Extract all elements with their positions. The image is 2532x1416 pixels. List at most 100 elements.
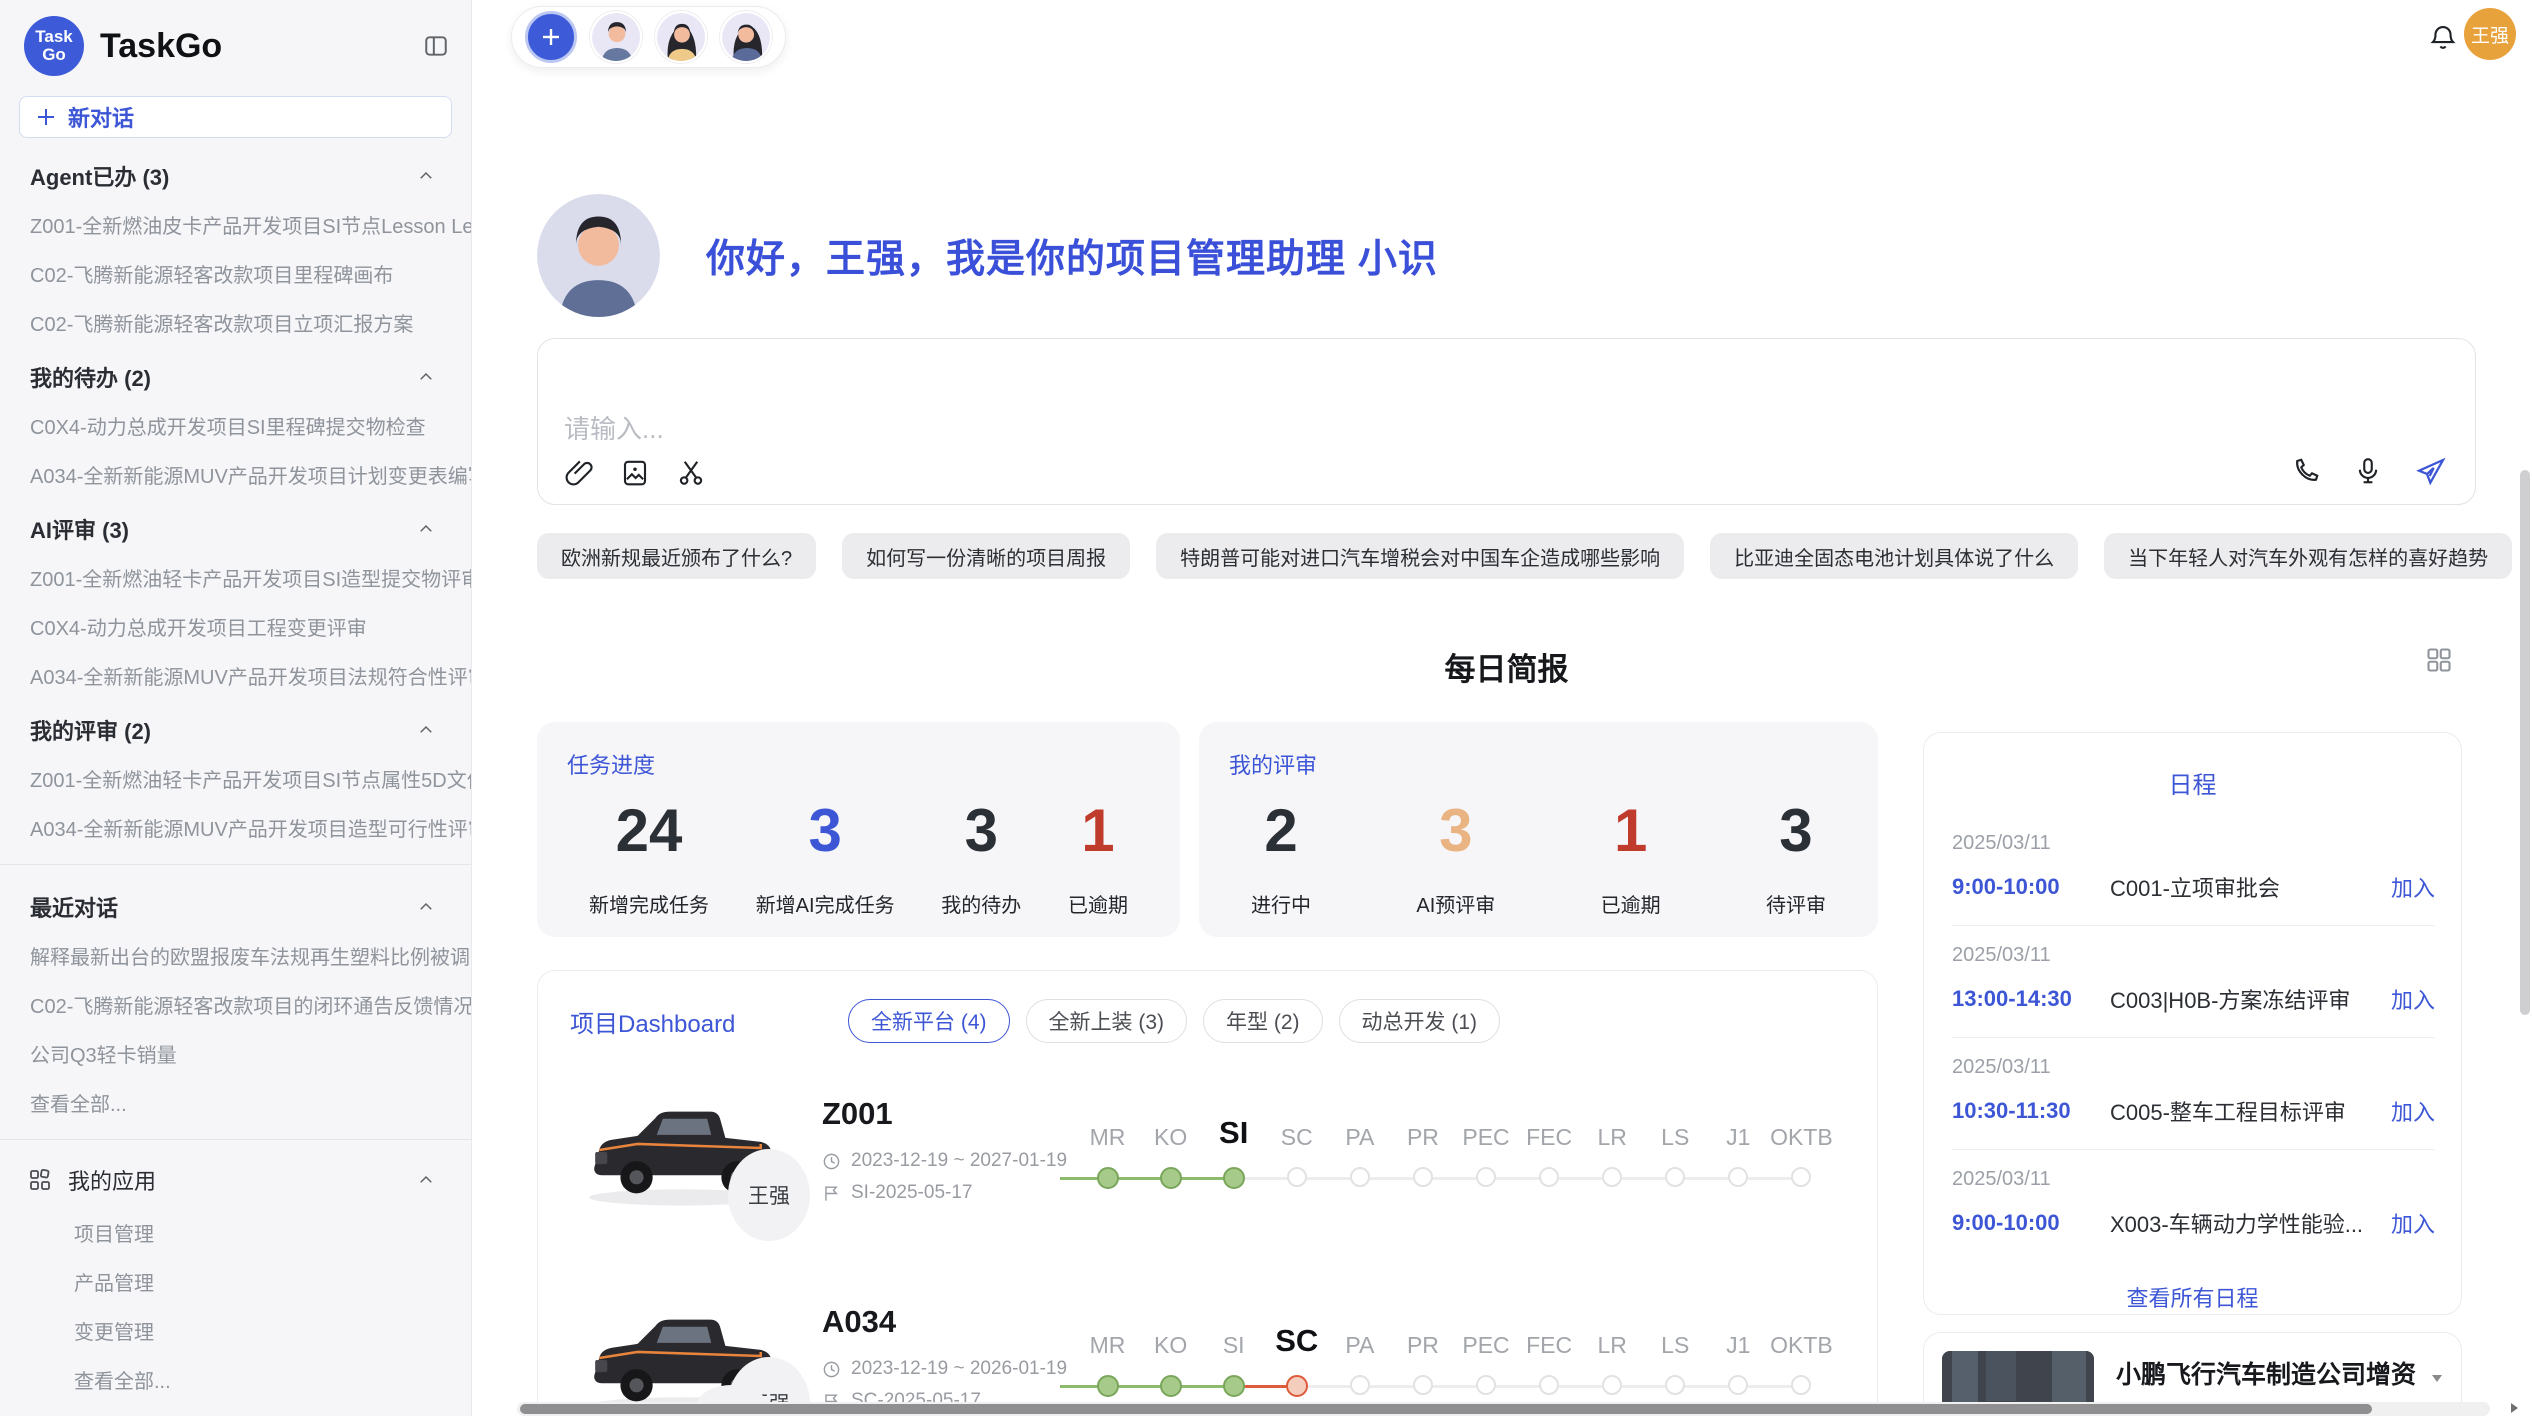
schedule-item[interactable]: 2025/03/11 10:30-11:30 C005-整车工程目标评审 加入 [1952, 1038, 2435, 1150]
attachment-icon[interactable] [564, 458, 594, 488]
sidebar-item[interactable]: C02-飞腾新能源轻客改款项目立项汇报方案 [0, 298, 471, 347]
chevron-up-icon[interactable] [417, 368, 435, 386]
scroll-down-arrow-icon[interactable] [2429, 1370, 2445, 1386]
project-flag-date: SI-2025-05-17 [851, 1182, 972, 1204]
stat-new-ai-completed: 3 新增AI完成任务 [756, 796, 895, 918]
project-row-a034[interactable]: 王强 A034 2023-12-19 ~ 2026-01-19 SC-2025-… [578, 1287, 1833, 1416]
divider [0, 1139, 471, 1140]
sidebar-item[interactable]: A034-全新新能源MUV产品开发项目计划变更表编写 [0, 450, 471, 499]
sidebar-item[interactable]: C0X4-动力总成开发项目SI里程碑提交物检查 [0, 401, 471, 450]
dashboard-filters: 全新平台 (4) 全新上装 (3) 年型 (2) 动总开发 (1) [848, 999, 1500, 1043]
chevron-up-icon[interactable] [417, 1171, 435, 1189]
milestone-dot [1223, 1167, 1245, 1189]
milestone-dot [1539, 1167, 1559, 1187]
project-owner-badge: 王强 [728, 1149, 810, 1241]
section-header-recent-chats[interactable]: 最近对话 [0, 877, 471, 931]
greeting-block: 你好，王强，我是你的项目管理助理 小识 [537, 194, 1438, 317]
apps-view-all-link[interactable]: 查看全部... [0, 1355, 471, 1404]
notification-bell-icon[interactable] [2428, 22, 2458, 52]
app-link-change-mgmt[interactable]: 变更管理 [0, 1306, 471, 1355]
schedule-event-title: C001-立项审批会 [2110, 871, 2391, 903]
join-link[interactable]: 加入 [2391, 983, 2435, 1015]
filter-year-model[interactable]: 年型 (2) [1203, 999, 1323, 1043]
stat-new-completed: 24 新增完成任务 [589, 796, 709, 918]
section-header-agent-done[interactable]: Agent已办 (3) [0, 146, 471, 200]
sidebar-item-my-apps[interactable]: 我的应用 [0, 1152, 471, 1208]
horizontal-scrollbar-thumb[interactable] [520, 1404, 2372, 1414]
suggestion-chips: 欧洲新规最近颁布了什么? 如何写一份清晰的项目周报 特朗普可能对进口汽车增税会对… [537, 533, 2476, 579]
dashboard-title: 项目Dashboard [570, 1004, 848, 1039]
agent-avatar-1[interactable] [590, 11, 642, 63]
section-header-my-todo[interactable]: 我的待办 (2) [0, 347, 471, 401]
join-link[interactable]: 加入 [2391, 1207, 2435, 1239]
suggestion-chip[interactable]: 比亚迪全固态电池计划具体说了什么 [1710, 533, 2078, 579]
recent-chat-item[interactable]: C02-飞腾新能源轻客改款项目的闭环通告反馈情况 [0, 980, 471, 1029]
join-link[interactable]: 加入 [2391, 871, 2435, 903]
stat-overdue: 1 已逾期 [1068, 796, 1128, 918]
schedule-item[interactable]: 2025/03/11 13:00-14:30 C003|H0B-方案冻结评审 加… [1952, 926, 2435, 1038]
sidebar-item[interactable]: Z001-全新燃油轻卡产品开发项目SI造型提交物评审 [0, 553, 471, 602]
divider [0, 864, 471, 865]
project-row-z001[interactable]: 王强 Z001 2023-12-19 ~ 2027-01-19 SI-2025-… [578, 1079, 1833, 1221]
chevron-up-icon[interactable] [417, 721, 435, 739]
chevron-up-icon[interactable] [417, 167, 435, 185]
sidebar-item[interactable]: Z001-全新燃油皮卡产品开发项目SI节点Lesson Learn报告 [0, 200, 471, 249]
milestone-dot [1665, 1375, 1685, 1395]
vertical-scrollbar-thumb[interactable] [2520, 470, 2530, 1015]
schedule-date: 2025/03/11 [1952, 944, 2435, 967]
schedule-title: 日程 [1924, 765, 2461, 800]
new-chat-button[interactable]: 新对话 [19, 96, 452, 138]
recent-view-all-link[interactable]: 查看全部... [0, 1078, 471, 1127]
suggestion-chip[interactable]: 特朗普可能对进口汽车增税会对中国车企造成哪些影响 [1156, 533, 1684, 579]
phone-icon[interactable] [2291, 456, 2321, 488]
section-title: Agent已办 (3) [30, 160, 169, 192]
agent-avatar-2[interactable] [655, 11, 707, 63]
recent-chat-item[interactable]: 公司Q3轻卡销量 [0, 1029, 471, 1078]
chevron-up-icon[interactable] [417, 898, 435, 916]
section-header-ai-review[interactable]: AI评审 (3) [0, 499, 471, 553]
new-chat-label: 新对话 [68, 101, 134, 133]
suggestion-chip[interactable]: 如何写一份清晰的项目周报 [842, 533, 1130, 579]
sidebar-item[interactable]: C0X4-动力总成开发项目工程变更评审 [0, 602, 471, 651]
image-icon[interactable] [620, 458, 650, 488]
milestone-dot [1160, 1375, 1182, 1397]
schedule-event-title: C003|H0B-方案冻结评审 [2110, 983, 2391, 1015]
milestone-dot [1160, 1167, 1182, 1189]
schedule-item[interactable]: 2025/03/11 9:00-10:00 X003-车辆动力学性能验... 加… [1952, 1150, 2435, 1261]
filter-powertrain[interactable]: 动总开发 (1) [1339, 999, 1501, 1043]
chat-input[interactable] [538, 339, 2238, 459]
my-review-card: 我的评审 2 进行中 3 AI预评审 1 已逾期 3 待评审 [1199, 722, 1878, 937]
user-avatar[interactable]: 王强 [2464, 8, 2516, 60]
agent-avatar-3[interactable] [720, 11, 772, 63]
sidebar-item[interactable]: A034-全新新能源MUV产品开发项目造型可行性评审 [0, 803, 471, 852]
sidebar-collapse-icon[interactable] [423, 33, 449, 59]
horizontal-scrollbar[interactable] [517, 1402, 2490, 1416]
sidebar-item[interactable]: A034-全新新能源MUV产品开发项目法规符合性评审 [0, 651, 471, 700]
view-all-schedule-link[interactable]: 查看所有日程 [1924, 1281, 2461, 1313]
recent-chat-item[interactable]: 解释最新出台的欧盟报废车法规再生塑料比例被调至15%... [0, 931, 471, 980]
join-link[interactable]: 加入 [2391, 1095, 2435, 1127]
layout-grid-icon[interactable] [2425, 646, 2453, 674]
filter-new-platform[interactable]: 全新平台 (4) [848, 999, 1010, 1043]
add-agent-button[interactable] [525, 11, 577, 63]
app-link-project-mgmt[interactable]: 项目管理 [0, 1208, 471, 1257]
sidebar-item[interactable]: C02-飞腾新能源轻客改款项目里程碑画布 [0, 249, 471, 298]
filter-new-body[interactable]: 全新上装 (3) [1026, 999, 1188, 1043]
sidebar-item-cloud-space[interactable]: 我的云空间 [0, 1404, 471, 1416]
schedule-event-title: C005-整车工程目标评审 [2110, 1095, 2391, 1127]
app-link-product-mgmt[interactable]: 产品管理 [0, 1257, 471, 1306]
send-icon[interactable] [2415, 456, 2447, 488]
milestone-dot [1350, 1375, 1370, 1395]
chevron-up-icon[interactable] [417, 520, 435, 538]
my-apps-label: 我的应用 [68, 1164, 401, 1196]
milestone-dot [1602, 1167, 1622, 1187]
schedule-item[interactable]: 2025/03/11 9:00-10:00 C001-立项审批会 加入 [1952, 814, 2435, 926]
sidebar-item[interactable]: Z001-全新燃油轻卡产品开发项目SI节点属性5D文件评审 [0, 754, 471, 803]
suggestion-chip[interactable]: 当下年轻人对汽车外观有怎样的喜好趋势 [2104, 533, 2512, 579]
scroll-right-arrow-icon[interactable] [2507, 1401, 2521, 1415]
section-header-my-review[interactable]: 我的评审 (2) [0, 700, 471, 754]
scissors-icon[interactable] [676, 458, 706, 488]
microphone-icon[interactable] [2353, 456, 2383, 488]
suggestion-chip[interactable]: 欧洲新规最近颁布了什么? [537, 533, 816, 579]
schedule-event-title: X003-车辆动力学性能验... [2110, 1207, 2391, 1239]
